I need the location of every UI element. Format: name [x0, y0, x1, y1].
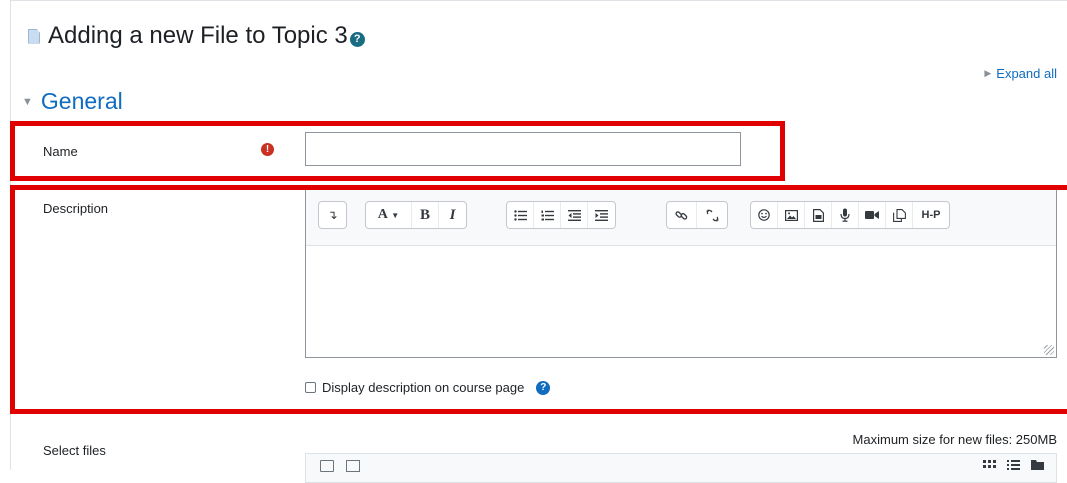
description-label: Description — [43, 201, 109, 216]
emoticon-button[interactable] — [751, 202, 778, 228]
link-button[interactable] — [667, 202, 697, 228]
toolbar-group-3 — [506, 201, 616, 229]
toolbar-group-1: ↴ — [318, 201, 347, 229]
toolbar-group-2: A ▼ B I — [365, 201, 467, 229]
exclamation-circle-icon: ! — [261, 143, 274, 156]
unordered-list-button[interactable] — [507, 202, 534, 228]
indent-button[interactable] — [588, 202, 615, 228]
section-general-toggle[interactable]: ▼ General — [22, 88, 123, 115]
editor-toolbar: ↴ A ▼ B I H-P — [306, 189, 1056, 246]
link-icon — [675, 210, 688, 220]
image-button[interactable] — [778, 202, 805, 228]
file-picker-toolbar — [305, 453, 1057, 483]
toolbar-toggle-button[interactable]: ↴ — [319, 202, 346, 228]
indent-icon — [595, 209, 608, 221]
select-files-label: Select files — [43, 443, 106, 458]
page-title: Adding a new File to Topic 3 — [48, 22, 348, 49]
manage-files-button[interactable] — [886, 202, 913, 228]
image-icon — [784, 209, 798, 221]
ordered-list-icon — [541, 210, 554, 220]
file-icon — [28, 28, 40, 44]
record-audio-button[interactable] — [832, 202, 859, 228]
paragraph-styles-button[interactable]: A ▼ — [366, 202, 412, 228]
description-textarea[interactable] — [306, 246, 1056, 357]
page-header: Adding a new File to Topic 3 ? — [28, 22, 365, 50]
copy-files-icon — [892, 208, 906, 222]
expand-all-label: Expand all — [996, 66, 1057, 81]
name-input[interactable] — [305, 132, 741, 166]
smile-icon — [758, 209, 770, 221]
display-description-checkbox[interactable] — [305, 382, 316, 393]
caret-down-icon: ▼ — [22, 95, 33, 108]
italic-button[interactable]: I — [439, 202, 466, 228]
caret-right-icon: ▶ — [984, 68, 992, 78]
unordered-list-icon — [513, 209, 527, 221]
media-button[interactable] — [805, 202, 832, 228]
expand-all-link[interactable]: ▶ Expand all — [984, 66, 1057, 81]
ordered-list-button[interactable] — [534, 202, 561, 228]
outdent-icon — [567, 209, 581, 221]
h5p-button[interactable]: H-P — [913, 202, 949, 228]
unlink-icon — [706, 209, 718, 221]
create-folder-icon[interactable] — [346, 460, 360, 472]
record-video-button[interactable] — [859, 202, 886, 228]
description-editor: ↴ A ▼ B I H-P — [305, 188, 1057, 358]
unlink-button[interactable] — [697, 202, 727, 228]
add-file-icon[interactable] — [320, 460, 334, 472]
microphone-icon — [840, 208, 850, 222]
toolbar-group-4 — [666, 201, 728, 229]
max-size-text: Maximum size for new files: 250MB — [852, 432, 1057, 447]
question-circle-icon[interactable]: ? — [536, 380, 551, 395]
display-description-label: Display description on course page — [322, 380, 525, 395]
name-label: Name — [43, 144, 78, 159]
bold-button[interactable]: B — [412, 202, 439, 228]
section-title: General — [40, 88, 123, 114]
resize-handle-icon[interactable] — [1044, 345, 1054, 355]
question-circle-icon[interactable]: ? — [349, 31, 365, 47]
outdent-button[interactable] — [561, 202, 588, 228]
video-camera-icon — [865, 211, 879, 219]
media-file-icon — [812, 208, 824, 222]
display-description-option[interactable]: Display description on course page ? — [305, 380, 551, 395]
toolbar-group-5: H-P — [750, 201, 950, 229]
